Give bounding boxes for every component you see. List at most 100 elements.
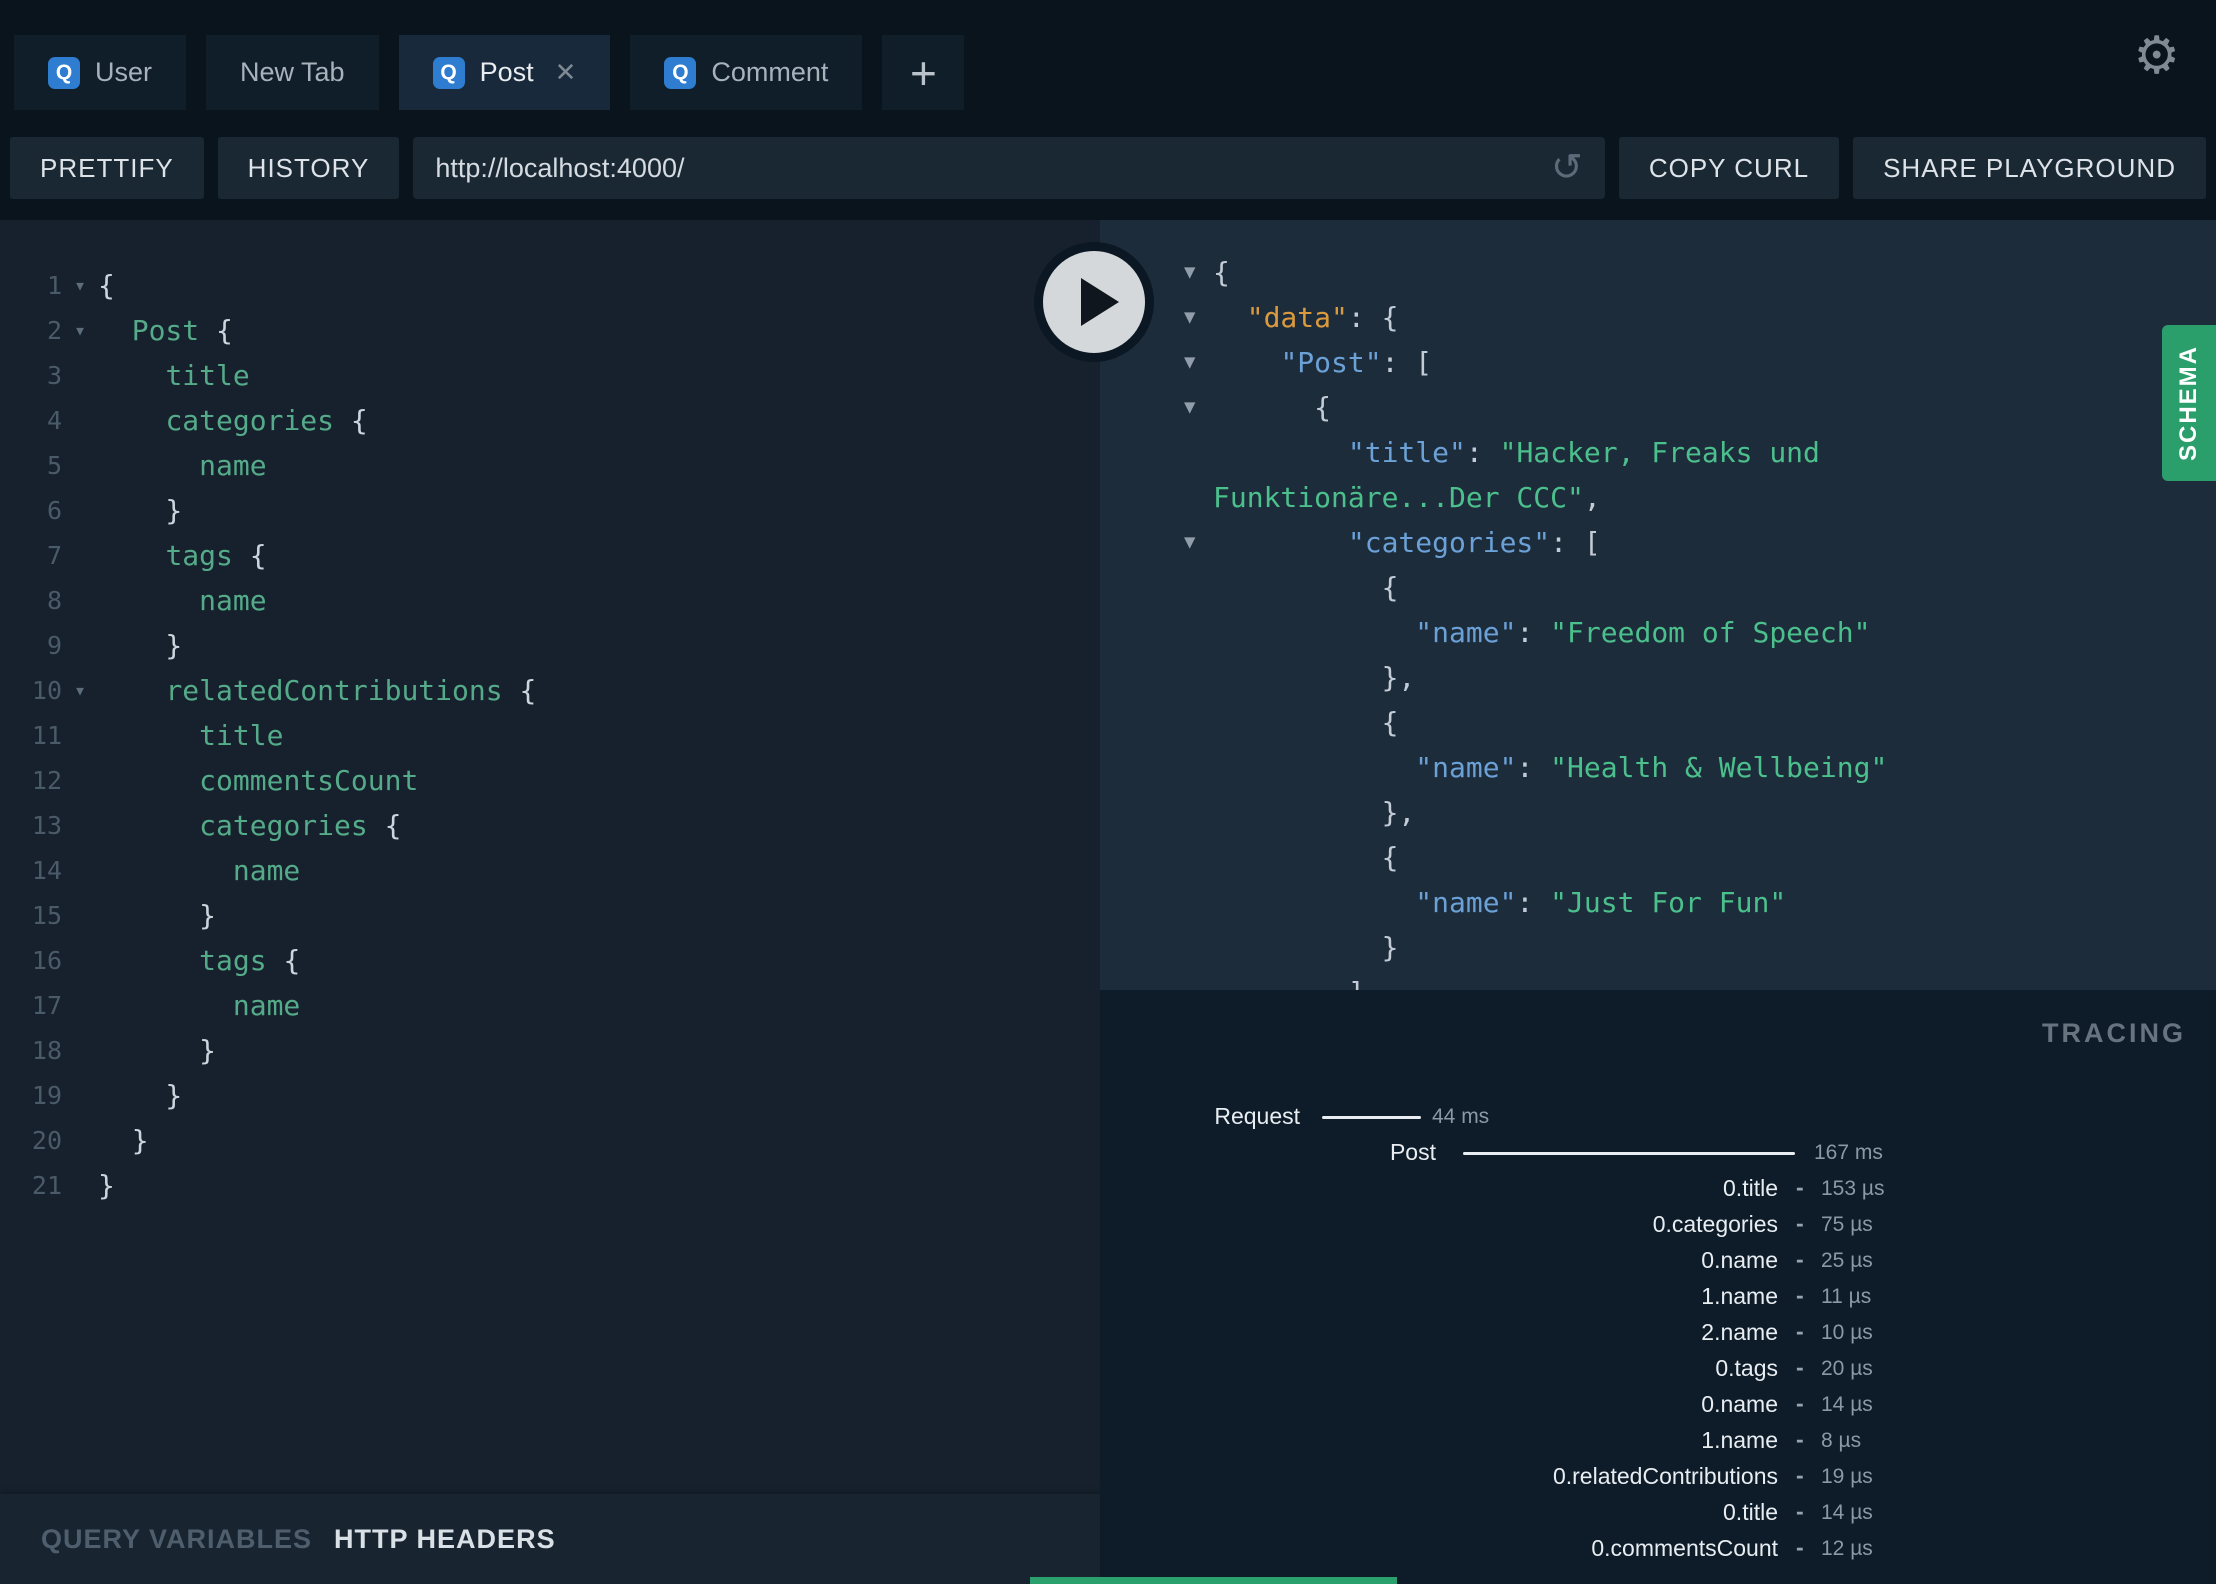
code-text: } — [98, 494, 183, 527]
prettify-button[interactable]: PRETTIFY — [10, 137, 204, 199]
graphql-playground-window: Q User New Tab Q Post ✕ Q Comment + ⚙ PRETTIFY … — [0, 0, 2216, 1584]
tab-post[interactable]: Q Post ✕ — [398, 35, 611, 110]
code-line: 1 ▾{ — [0, 263, 1100, 308]
line-number: 10 — [31, 676, 62, 705]
collapse-arrow-icon[interactable]: ▼ — [1184, 385, 1208, 430]
response-line: { — [1100, 835, 2216, 880]
line-number: 13 — [31, 811, 62, 840]
tracing-label: 0.relatedContributions — [1552, 1463, 1778, 1489]
collapse-arrow-icon[interactable]: ▼ — [1184, 520, 1208, 565]
schema-tab[interactable]: SCHEMA — [2162, 325, 2216, 481]
code-text: categories { — [199, 809, 402, 842]
tab-bar: Q User New Tab Q Post ✕ Q Comment + — [14, 35, 965, 110]
code-line: 8▾ name — [0, 578, 1100, 623]
tracing-value: 153 µs — [1821, 1177, 1885, 1200]
graphql-query-icon: Q — [432, 56, 465, 89]
tracing-label: 2.name — [1701, 1319, 1778, 1345]
line-number: 15 — [31, 901, 62, 930]
tracing-value: 10 µs — [1821, 1321, 1873, 1344]
tab-label: Post — [479, 57, 534, 87]
response-text: "title": "Hacker, Freaks und — [1347, 436, 1820, 469]
history-button[interactable]: HISTORY — [217, 137, 400, 199]
response-pane: ▼{▼ "data": {▼ "Post": [▼ { "title": "Ha… — [1100, 220, 2216, 990]
tracing-value: 8 µs — [1821, 1429, 1862, 1452]
collapse-arrow-icon[interactable]: ▼ — [1184, 295, 1208, 340]
tracing-panel: TRACING Request 44 ms Post 167 ms 0.title -15… — [1100, 990, 2216, 1584]
fold-arrow-icon[interactable]: ▾ — [62, 308, 98, 353]
code-text: } — [98, 629, 183, 662]
editor-bottom-bar: QUERY VARIABLES HTTP HEADERS — [0, 1494, 1100, 1584]
reload-icon[interactable]: ↺ — [1551, 149, 1583, 187]
response-line: { — [1100, 565, 2216, 610]
query-variables-tab[interactable]: QUERY VARIABLES — [41, 1524, 312, 1555]
response-lines: ▼{▼ "data": {▼ "Post": [▼ { "title": "Ha… — [1100, 250, 2216, 990]
tracing-tick: - — [1796, 1462, 1804, 1488]
tracing-label: 0.title — [1723, 1499, 1778, 1525]
fold-arrow-icon[interactable]: ▾ — [62, 668, 98, 713]
tracing-row: Post 167 ms — [1100, 1136, 2216, 1172]
tab-comment[interactable]: Q Comment — [630, 35, 863, 110]
line-number: 11 — [31, 721, 62, 750]
fold-arrow-icon[interactable]: ▾ — [62, 263, 98, 308]
response-text: { — [1213, 706, 1399, 739]
tab-label: New Tab — [240, 57, 345, 87]
code-line: 7▾ tags { — [0, 533, 1100, 578]
tab-user[interactable]: Q User — [14, 35, 187, 110]
tracing-value: 167 ms — [1814, 1141, 1883, 1164]
response-line: Funktionäre...Der CCC", — [1100, 475, 2216, 520]
tracing-value: 44 ms — [1432, 1105, 1490, 1128]
code-text: name — [232, 854, 301, 887]
code-line: 6▾ } — [0, 488, 1100, 533]
response-text: { — [1213, 391, 1332, 424]
tracing-row: 0.relatedContributions -19 µs — [1100, 1460, 2216, 1496]
settings-gear-icon[interactable]: ⚙ — [2133, 30, 2180, 82]
tracing-row: 0.tags -20 µs — [1100, 1352, 2216, 1388]
response-text: }, — [1213, 796, 1416, 829]
code-text: relatedContributions { — [165, 674, 537, 707]
partial-tracing-bar — [1030, 1577, 1397, 1584]
copy-curl-button[interactable]: COPY CURL — [1618, 137, 1840, 199]
code-line: 12▾ commentsCount — [0, 758, 1100, 803]
close-icon[interactable]: ✕ — [555, 57, 577, 88]
tracing-label: 0.name — [1701, 1391, 1778, 1417]
http-headers-tab[interactable]: HTTP HEADERS — [334, 1524, 556, 1555]
code-line: 19▾ } — [0, 1073, 1100, 1118]
tracing-value: 11 µs — [1821, 1285, 1872, 1308]
response-line: ▼ "categories": [ — [1100, 520, 2216, 565]
query-editor-pane[interactable]: 1▾{2▾ Post {3▾ title4▾ categories {5▾ na… — [0, 220, 1100, 1584]
code-line: 15▾ } — [0, 893, 1100, 938]
collapse-arrow-icon[interactable]: ▼ — [1184, 340, 1208, 385]
response-text: "data": { — [1246, 301, 1399, 334]
execute-query-button[interactable] — [1034, 242, 1154, 362]
tracing-value: 75 µs — [1821, 1213, 1873, 1236]
line-number: 3 — [46, 361, 62, 390]
collapse-arrow-icon[interactable]: ▼ — [1184, 250, 1208, 295]
line-number: 1 — [46, 271, 62, 300]
line-number: 8 — [46, 586, 62, 615]
tracing-tick: - — [1796, 1246, 1804, 1272]
code-text: } — [98, 1079, 183, 1112]
tracing-row: 1.name -11 µs — [1100, 1280, 2216, 1316]
code-text: title — [165, 359, 250, 392]
tracing-label: 0.tags — [1715, 1355, 1778, 1381]
response-line: } — [1100, 925, 2216, 970]
line-number: 6 — [46, 496, 62, 525]
code-text: categories { — [165, 404, 368, 437]
tracing-value: 12 µs — [1821, 1537, 1873, 1560]
tracing-value: 14 µs — [1821, 1393, 1873, 1416]
tab-new-tab[interactable]: New Tab — [206, 35, 379, 110]
tracing-bar — [1463, 1152, 1795, 1155]
tracing-row: 0.name -25 µs — [1100, 1244, 2216, 1280]
code-line: 21▾} — [0, 1163, 1100, 1208]
graphql-query-icon: Q — [48, 56, 80, 89]
code-text: commentsCount — [199, 764, 419, 797]
share-playground-button[interactable]: SHARE PLAYGROUND — [1853, 137, 2206, 199]
tracing-row: 0.name -14 µs — [1100, 1388, 2216, 1424]
tracing-row: 0.commentsCount -12 µs — [1100, 1532, 2216, 1568]
code-line: 13▾ categories { — [0, 803, 1100, 848]
new-tab-button[interactable]: + — [882, 35, 965, 110]
url-input[interactable] — [435, 152, 1551, 184]
tab-label: Comment — [711, 57, 829, 87]
response-line: { — [1100, 700, 2216, 745]
line-number: 7 — [46, 541, 62, 570]
